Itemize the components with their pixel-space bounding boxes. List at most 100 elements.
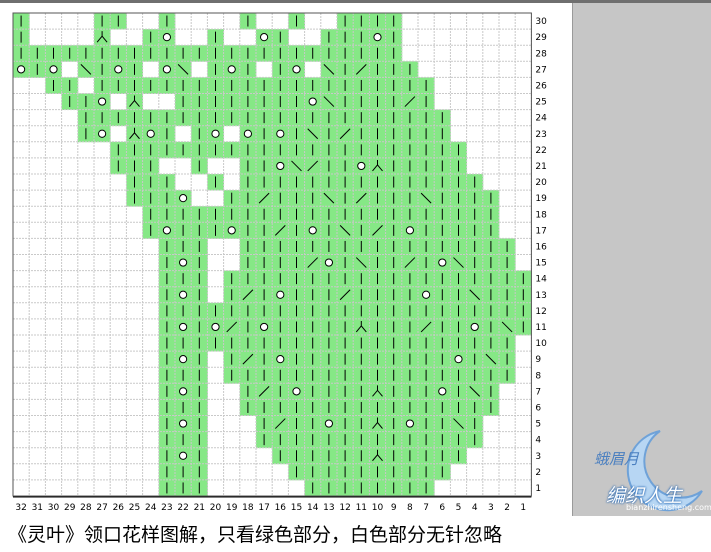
- yarn-over-symbol: [49, 65, 58, 74]
- watermark-title: 蛾眉月: [594, 450, 640, 468]
- row-label: 12: [535, 307, 546, 317]
- yarn-over-symbol: [308, 226, 317, 235]
- yarn-over-symbol: [470, 322, 479, 332]
- column-label: 27: [96, 503, 107, 513]
- column-label: 4: [472, 503, 478, 513]
- yarn-over-symbol: [324, 258, 333, 267]
- column-label: 26: [113, 503, 125, 513]
- row-label: 17: [535, 226, 546, 236]
- column-label: 5: [456, 503, 462, 513]
- row-label: 22: [535, 146, 546, 156]
- yarn-over-symbol: [17, 65, 26, 74]
- yarn-over-symbol: [405, 419, 414, 428]
- yarn-over-symbol: [179, 290, 188, 299]
- yarn-over-symbol: [162, 65, 171, 74]
- row-label: 14: [535, 275, 547, 285]
- yarn-over-symbol: [243, 129, 252, 138]
- column-label: 8: [407, 503, 413, 513]
- row-label: 2: [535, 468, 541, 478]
- row-label: 7: [535, 387, 541, 397]
- yarn-over-symbol: [179, 451, 188, 460]
- yarn-over-symbol: [276, 161, 285, 171]
- yarn-over-symbol: [292, 387, 301, 396]
- row-label: 18: [535, 210, 547, 220]
- yarn-over-symbol: [227, 65, 236, 74]
- column-label: 16: [275, 503, 287, 513]
- row-label: 27: [535, 65, 546, 75]
- column-label: 32: [15, 503, 26, 513]
- yarn-over-symbol: [146, 129, 155, 138]
- column-label: 21: [194, 503, 205, 513]
- column-label: 1: [520, 503, 526, 513]
- row-label: 24: [535, 114, 547, 124]
- yarn-over-symbol: [357, 161, 366, 171]
- column-label: 20: [210, 503, 222, 513]
- row-label: 20: [535, 178, 547, 188]
- yarn-over-symbol: [179, 419, 188, 428]
- row-label: 13: [535, 291, 546, 301]
- yarn-over-symbol: [324, 419, 333, 428]
- column-label: 3: [488, 503, 494, 513]
- row-label: 9: [535, 355, 541, 365]
- watermark-url: bianzhirensheng.com: [626, 503, 711, 512]
- row-label: 6: [535, 403, 541, 413]
- yarn-over-symbol: [292, 65, 301, 74]
- yarn-over-symbol: [438, 258, 447, 267]
- yarn-over-symbol: [211, 322, 220, 332]
- column-label: 13: [323, 503, 334, 513]
- column-label: 15: [291, 503, 302, 513]
- yarn-over-symbol: [162, 33, 171, 42]
- yarn-over-symbol: [162, 226, 171, 235]
- row-label: 30: [535, 17, 547, 27]
- yarn-over-symbol: [276, 290, 285, 299]
- row-label: 25: [535, 98, 546, 108]
- column-label: 31: [32, 503, 43, 513]
- column-label: 29: [64, 503, 76, 513]
- column-label: 17: [258, 503, 269, 513]
- column-label: 19: [226, 503, 238, 513]
- yarn-over-symbol: [260, 322, 269, 332]
- column-label: 11: [356, 503, 367, 513]
- row-label: 23: [535, 130, 546, 140]
- column-label: 7: [423, 503, 429, 513]
- column-label: 6: [439, 503, 445, 513]
- yarn-over-symbol: [179, 194, 188, 203]
- yarn-over-symbol: [373, 33, 382, 42]
- yarn-over-symbol: [405, 226, 414, 235]
- row-label: 15: [535, 259, 546, 269]
- yarn-over-symbol: [227, 226, 236, 235]
- column-label: 30: [48, 503, 60, 513]
- column-number-labels: 32 31 30 29 28 27 26 25 24 23 22 21 20 19 18 17 16 15 14 13…: [13, 496, 532, 513]
- knitting-chart-window: 1 2 3 4 5 6 7 8 9 10 11 12 13 14 15 16 17 18 19 20 21 22 23 24 2…: [0, 0, 711, 552]
- yarn-over-symbol: [114, 65, 123, 74]
- yarn-over-symbol: [308, 97, 317, 106]
- chart-caption: 《灵叶》领口花样图解，只看绿色部分，白色部分无针忽略: [8, 524, 503, 546]
- column-label: 14: [307, 503, 319, 513]
- yarn-over-symbol: [276, 129, 285, 138]
- row-number-labels: 1234567891011121314151617181920212223242…: [535, 17, 547, 494]
- row-label: 26: [535, 81, 547, 91]
- yarn-over-symbol: [98, 97, 107, 106]
- yarn-over-symbol: [454, 355, 463, 364]
- yarn-over-symbol: [98, 129, 107, 138]
- row-label: 19: [535, 194, 547, 204]
- yarn-over-symbol: [179, 322, 188, 332]
- yarn-over-symbol: [179, 387, 188, 396]
- row-label: 8: [535, 371, 541, 381]
- row-label: 5: [535, 420, 541, 430]
- yarn-over-symbol: [276, 355, 285, 364]
- row-label: 3: [535, 452, 541, 462]
- column-label: 10: [372, 503, 384, 513]
- column-label: 25: [129, 503, 140, 513]
- row-label: 10: [535, 339, 547, 349]
- column-label: 24: [145, 503, 157, 513]
- yarn-over-symbol: [260, 33, 269, 42]
- yarn-over-symbol: [211, 129, 220, 138]
- column-label: 9: [391, 503, 397, 513]
- column-label: 23: [161, 503, 172, 513]
- yarn-over-symbol: [438, 387, 447, 396]
- row-label: 21: [535, 162, 546, 172]
- column-label: 28: [80, 503, 92, 513]
- yarn-over-symbol: [179, 355, 188, 364]
- column-label: 18: [242, 503, 254, 513]
